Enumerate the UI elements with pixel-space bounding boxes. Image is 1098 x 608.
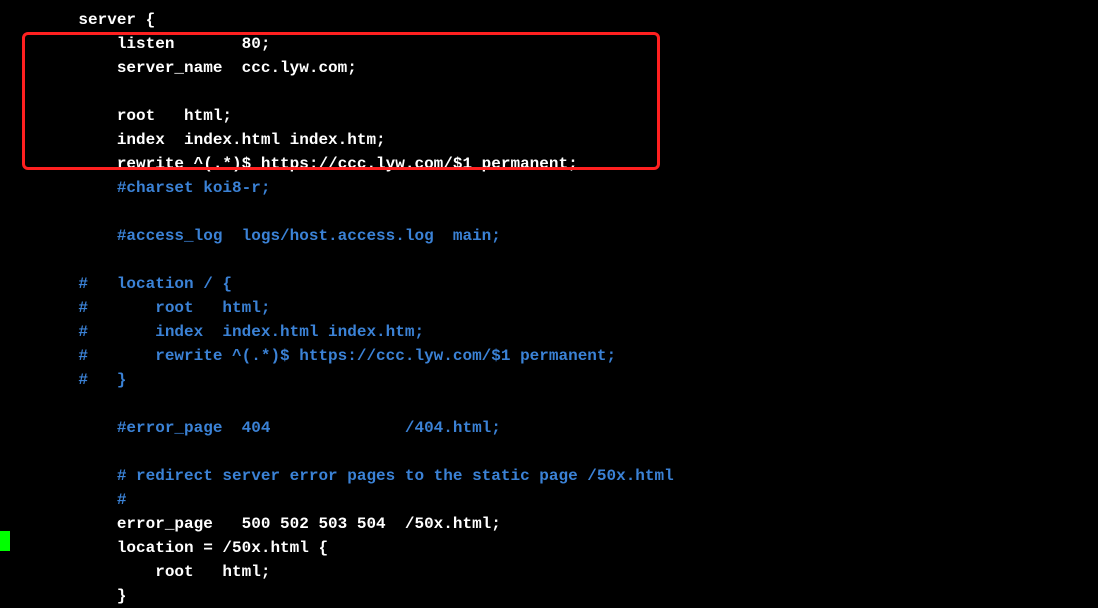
code-line: index index.html index.htm;: [0, 128, 1098, 152]
code-text: root html;: [40, 563, 270, 581]
code-text: #: [40, 491, 126, 509]
code-line: root html;: [0, 560, 1098, 584]
terminal-code-block[interactable]: server { listen 80; server_name ccc.lyw.…: [0, 8, 1098, 608]
code-line: # location / {: [0, 272, 1098, 296]
code-text: }: [40, 587, 126, 605]
code-text: root html;: [40, 107, 232, 125]
code-text: # location / {: [40, 275, 232, 293]
code-line: # }: [0, 368, 1098, 392]
code-line: }: [0, 584, 1098, 608]
code-line: rewrite ^(.*)$ https://ccc.lyw.com/$1 pe…: [0, 152, 1098, 176]
code-line: [0, 80, 1098, 104]
code-line: listen 80;: [0, 32, 1098, 56]
code-text: index index.html index.htm;: [40, 131, 386, 149]
code-text: # rewrite ^(.*)$ https://ccc.lyw.com/$1 …: [40, 347, 616, 365]
code-line: location = /50x.html {: [0, 536, 1098, 560]
code-text: server {: [40, 11, 155, 29]
code-line: #charset koi8-r;: [0, 176, 1098, 200]
code-line: #: [0, 488, 1098, 512]
code-line: [0, 248, 1098, 272]
code-text: #charset koi8-r;: [40, 179, 270, 197]
code-line: #access_log logs/host.access.log main;: [0, 224, 1098, 248]
code-text: #access_log logs/host.access.log main;: [40, 227, 501, 245]
code-text: location = /50x.html {: [40, 539, 328, 557]
code-line: # redirect server error pages to the sta…: [0, 464, 1098, 488]
terminal-cursor: [0, 531, 10, 551]
code-text: listen 80;: [40, 35, 270, 53]
code-text: # root html;: [40, 299, 270, 317]
code-line: root html;: [0, 104, 1098, 128]
code-line: # root html;: [0, 296, 1098, 320]
code-line: # rewrite ^(.*)$ https://ccc.lyw.com/$1 …: [0, 344, 1098, 368]
code-line: error_page 500 502 503 504 /50x.html;: [0, 512, 1098, 536]
code-line: #error_page 404 /404.html;: [0, 416, 1098, 440]
code-text: # redirect server error pages to the sta…: [40, 467, 674, 485]
code-line: [0, 200, 1098, 224]
code-line: server {: [0, 8, 1098, 32]
code-text: # }: [40, 371, 126, 389]
code-line: [0, 392, 1098, 416]
code-line: server_name ccc.lyw.com;: [0, 56, 1098, 80]
code-text: error_page 500 502 503 504 /50x.html;: [40, 515, 501, 533]
code-line: # index index.html index.htm;: [0, 320, 1098, 344]
code-text: server_name ccc.lyw.com;: [40, 59, 357, 77]
code-text: rewrite ^(.*)$ https://ccc.lyw.com/$1 pe…: [40, 155, 578, 173]
code-text: #error_page 404 /404.html;: [40, 419, 501, 437]
code-text: # index index.html index.htm;: [40, 323, 424, 341]
code-line: [0, 440, 1098, 464]
